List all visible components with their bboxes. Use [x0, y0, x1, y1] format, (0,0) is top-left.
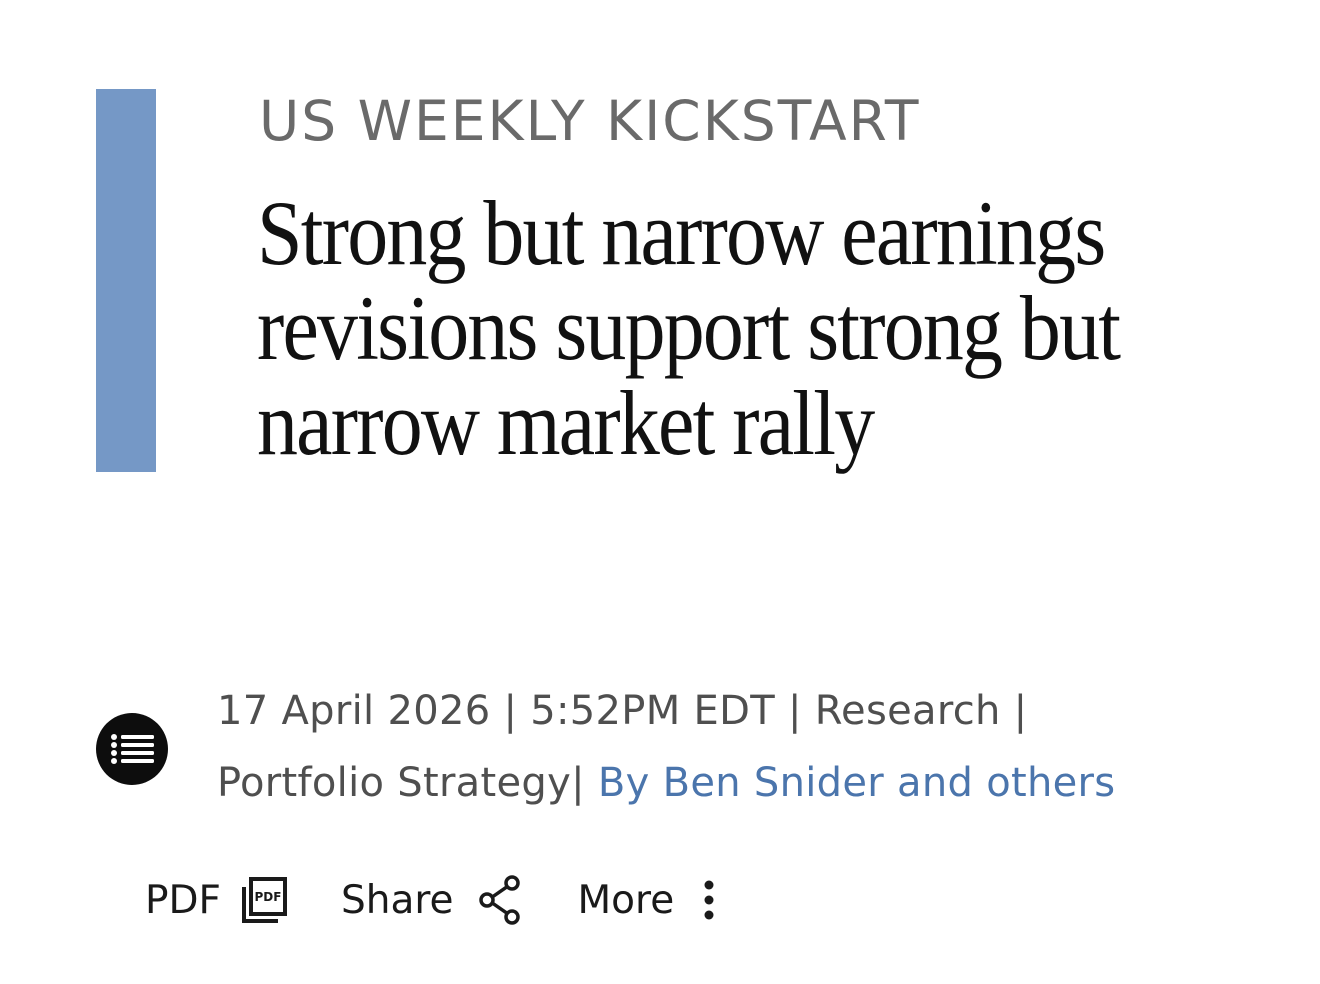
meta-separator: |	[1000, 688, 1028, 734]
meta-separator: |	[774, 688, 815, 734]
share-icon	[476, 874, 524, 926]
article-actions: PDF PDF Share More	[145, 870, 716, 930]
pdf-button-label: PDF	[145, 877, 221, 923]
article-kicker: US WEEKLY KICKSTART	[259, 89, 921, 153]
pdf-icon-text: PDF	[255, 890, 282, 904]
more-button-label: More	[577, 877, 675, 923]
pdf-document-icon: PDF	[239, 875, 289, 925]
subcategory-label: Portfolio Strategy	[217, 760, 572, 806]
article-meta: 17 April 2026 | 5:52PM EDT | Research | …	[217, 675, 1277, 819]
share-button[interactable]: Share	[341, 874, 524, 926]
author-link[interactable]: By Ben Snider and others	[598, 760, 1116, 806]
vertical-ellipsis-icon	[702, 880, 716, 920]
pdf-button[interactable]: PDF PDF	[145, 875, 289, 925]
meta-separator: |	[490, 688, 531, 734]
publish-time: 5:52PM EDT	[530, 688, 775, 734]
article-headline: Strong but narrow earnings revisions sup…	[257, 182, 1121, 474]
list-icon	[111, 734, 154, 764]
publish-date: 17 April 2026	[217, 688, 491, 734]
table-of-contents-button[interactable]	[96, 713, 168, 785]
share-button-label: Share	[340, 877, 454, 923]
category-label: Research	[814, 688, 1001, 734]
accent-bar	[96, 89, 156, 472]
meta-bar: |	[571, 760, 598, 806]
more-button[interactable]: More	[578, 878, 717, 923]
